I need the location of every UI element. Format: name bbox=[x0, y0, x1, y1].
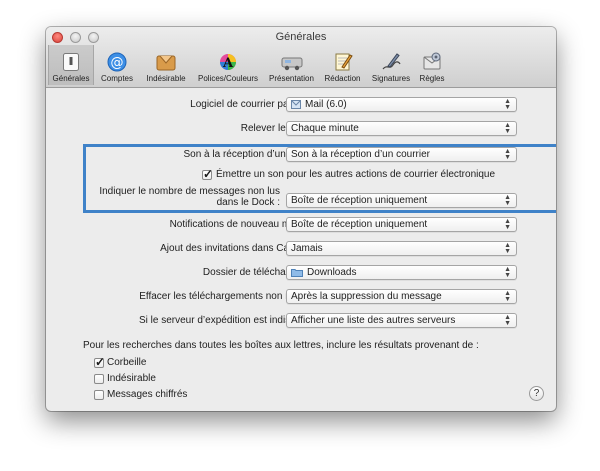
search-junk-label: Indésirable bbox=[107, 373, 156, 384]
at-sign-icon: @ bbox=[105, 51, 129, 73]
dock-count-label: Indiquer le nombre de messages non lus d… bbox=[99, 186, 280, 208]
dock-count-popup[interactable]: Boîte de réception uniquement ▲ ▼ bbox=[286, 193, 517, 208]
svg-text:@: @ bbox=[111, 56, 124, 71]
folder-icon bbox=[291, 268, 303, 281]
tab-label: Générales bbox=[52, 74, 90, 83]
new-mail-sound-value: Son à la réception d’un courrier bbox=[291, 149, 430, 160]
rules-icon bbox=[420, 51, 444, 73]
notifications-value: Boîte de réception uniquement bbox=[291, 219, 428, 230]
new-mail-sound-popup[interactable]: Son à la réception d’un courrier ▲ ▼ bbox=[286, 147, 517, 162]
check-mail-popup[interactable]: Chaque minute ▲ ▼ bbox=[286, 121, 517, 136]
download-folder-value: Downloads bbox=[307, 267, 357, 278]
dock-count-label-line2: dans le Dock : bbox=[216, 197, 280, 208]
remove-downloads-value: Après la suppression du message bbox=[291, 291, 442, 302]
search-junk-checkbox[interactable] bbox=[94, 374, 104, 384]
notifications-popup[interactable]: Boîte de réception uniquement ▲ ▼ bbox=[286, 217, 517, 232]
tab-polices-couleurs[interactable]: A Polices/Couleurs bbox=[192, 45, 264, 85]
default-mail-popup[interactable]: Mail (6.0) ▲ ▼ bbox=[286, 97, 517, 112]
tab-signatures[interactable]: Signatures bbox=[366, 45, 416, 85]
tab-label: Règles bbox=[419, 74, 445, 83]
remove-downloads-popup[interactable]: Après la suppression du message ▲ ▼ bbox=[286, 289, 517, 304]
fonts-colors-icon: A bbox=[216, 51, 240, 73]
other-sounds-label: Émettre un son pour les autres actions d… bbox=[216, 169, 496, 180]
tab-regles[interactable]: Règles bbox=[416, 45, 448, 85]
tab-redaction[interactable]: Rédaction bbox=[319, 45, 366, 85]
junk-icon bbox=[154, 51, 178, 73]
tab-label: Polices/Couleurs bbox=[197, 74, 259, 83]
other-sounds-checkbox[interactable]: ✓ bbox=[202, 167, 214, 181]
chevron-updown-icon: ▲ ▼ bbox=[504, 218, 511, 231]
invitations-popup[interactable]: Jamais ▲ ▼ bbox=[286, 241, 517, 256]
download-folder-popup[interactable]: Downloads ▲ ▼ bbox=[286, 265, 517, 280]
tab-indesirable[interactable]: Indésirable bbox=[140, 45, 192, 85]
default-mail-value: Mail (6.0) bbox=[305, 99, 347, 110]
signature-pen-icon bbox=[379, 51, 403, 73]
tab-label: Rédaction bbox=[324, 74, 361, 83]
server-unavailable-value: Afficher une liste des autres serveurs bbox=[291, 315, 456, 326]
help-button[interactable]: ? bbox=[529, 386, 544, 401]
composing-icon bbox=[331, 51, 355, 73]
svg-text:A: A bbox=[222, 56, 234, 71]
chevron-updown-icon: ▲ ▼ bbox=[504, 314, 511, 327]
chevron-updown-icon: ▲ ▼ bbox=[504, 122, 511, 135]
chevron-updown-icon: ▲ ▼ bbox=[504, 266, 511, 279]
tab-label: Comptes bbox=[100, 74, 133, 83]
window-title: Générales bbox=[275, 31, 327, 43]
viewing-icon bbox=[280, 51, 304, 73]
chevron-updown-icon: ▲ ▼ bbox=[504, 148, 511, 161]
preferences-toolbar: Générales @ Comptes Indésirable A Police… bbox=[48, 45, 448, 85]
search-trash-checkbox[interactable]: ✓ bbox=[94, 355, 106, 369]
title-bar: Générales Générales @ Comptes Indésirabl… bbox=[46, 27, 556, 88]
chevron-updown-icon: ▲ ▼ bbox=[504, 98, 511, 111]
dock-count-label-line1: Indiquer le nombre de messages non lus bbox=[99, 186, 280, 197]
invitations-value: Jamais bbox=[291, 243, 323, 254]
search-encrypted-checkbox[interactable] bbox=[94, 390, 104, 400]
check-mail-value: Chaque minute bbox=[291, 123, 359, 134]
server-unavailable-popup[interactable]: Afficher une liste des autres serveurs ▲… bbox=[286, 313, 517, 328]
chevron-updown-icon: ▲ ▼ bbox=[504, 290, 511, 303]
tab-presentation[interactable]: Présentation bbox=[264, 45, 319, 85]
tab-label: Indésirable bbox=[146, 74, 186, 83]
search-trash-label: Corbeille bbox=[107, 357, 147, 368]
chevron-updown-icon: ▲ ▼ bbox=[504, 242, 511, 255]
search-encrypted-label: Messages chiffrés bbox=[107, 389, 188, 400]
checkmark-icon: ✓ bbox=[203, 167, 214, 181]
checkmark-icon: ✓ bbox=[95, 355, 106, 369]
tab-comptes[interactable]: @ Comptes bbox=[94, 45, 140, 85]
tab-generales[interactable]: Générales bbox=[48, 45, 94, 85]
chevron-updown-icon: ▲ ▼ bbox=[504, 194, 511, 207]
dock-count-value: Boîte de réception uniquement bbox=[291, 195, 428, 206]
preferences-window: Générales Générales @ Comptes Indésirabl… bbox=[46, 27, 556, 411]
search-intro: Pour les recherches dans toutes les boît… bbox=[83, 340, 479, 351]
switch-icon bbox=[59, 51, 83, 73]
tab-label: Signatures bbox=[371, 74, 411, 83]
mail-stamp-icon bbox=[291, 100, 301, 113]
tab-label: Présentation bbox=[269, 74, 314, 83]
